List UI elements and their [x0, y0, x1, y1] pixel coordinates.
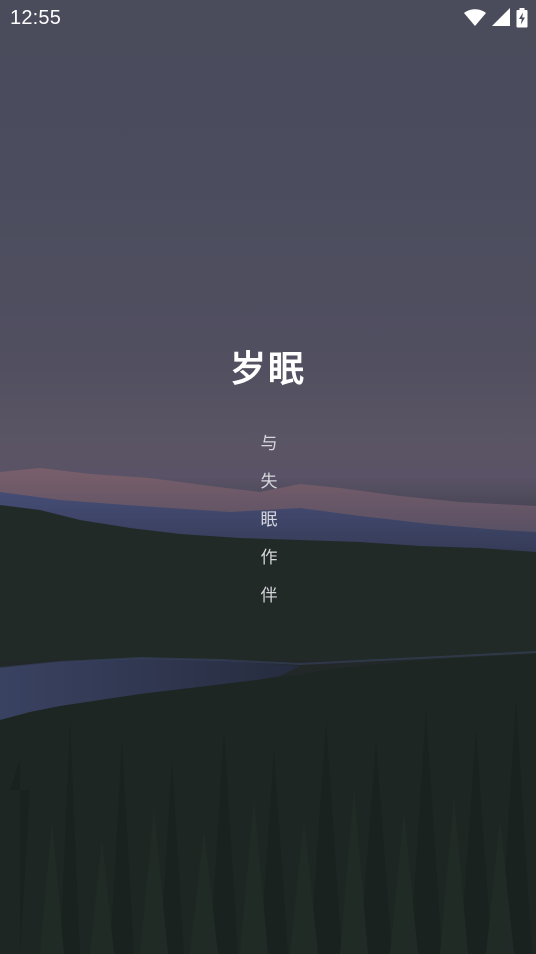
slogan-vertical: 与 失 眠 作 伴: [0, 432, 536, 622]
slogan-char: 与: [260, 434, 278, 454]
slogan-char: 眠: [260, 510, 278, 530]
slogan-char: 伴: [260, 586, 278, 606]
app-title: 岁眠: [229, 349, 306, 390]
slogan-char: 作: [260, 548, 278, 568]
splash-screen: 12:55 岁眠 与 失 眠 作 伴: [0, 0, 536, 954]
slogan-char: 失: [260, 472, 278, 492]
splash-content: 岁眠 与 失 眠 作 伴: [0, 0, 536, 954]
